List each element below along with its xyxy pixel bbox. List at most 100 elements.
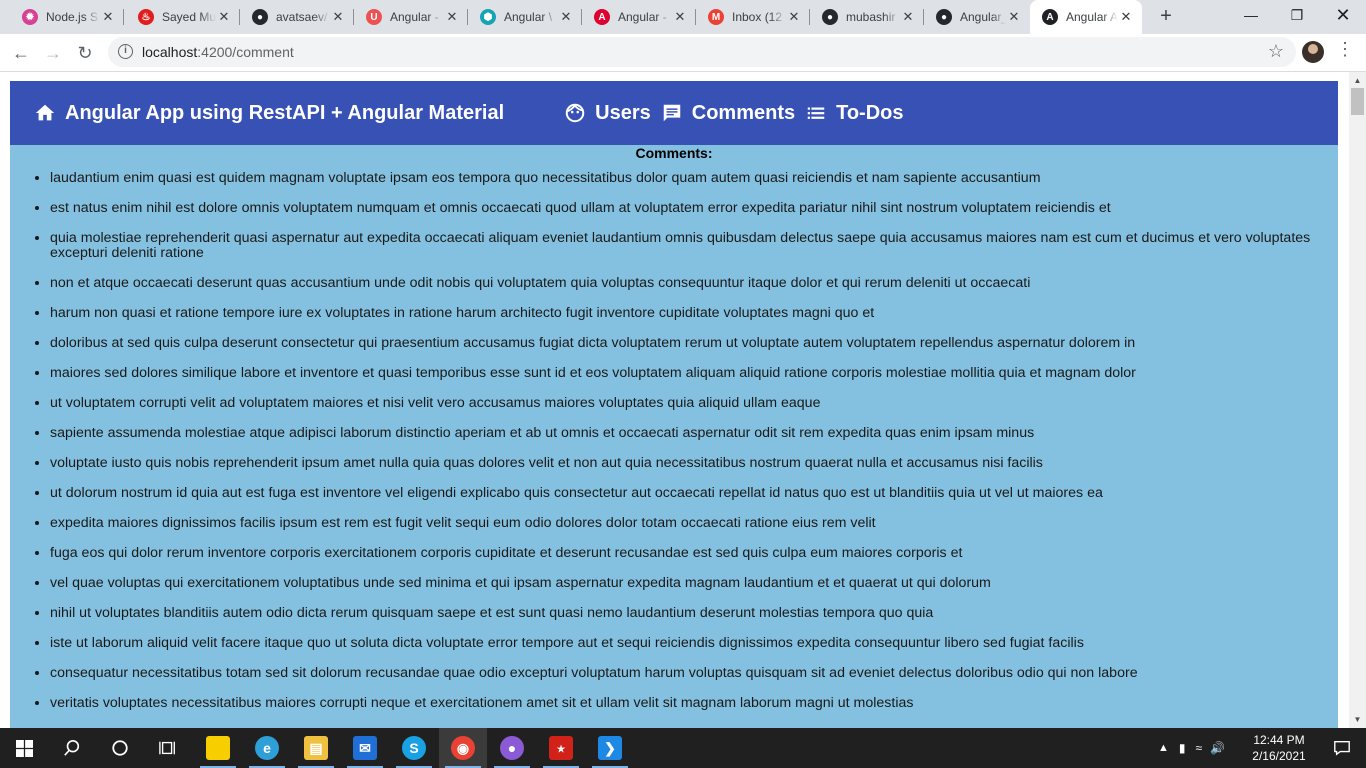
reload-button[interactable]: ↻ (70, 38, 100, 68)
browser-tab[interactable]: A Angular - ✕ (582, 0, 696, 34)
nodejs-icon: ✹ (22, 9, 38, 25)
browser-tab-title: Node.js S (46, 10, 99, 24)
taskbar-app[interactable]: e (243, 728, 291, 768)
gmail-icon: M (708, 9, 724, 25)
system-tray: ▲ ▮ ≈ 🔊 (1158, 728, 1225, 768)
cortana-button[interactable] (96, 728, 144, 768)
close-tab-icon[interactable]: ✕ (1006, 9, 1022, 25)
volume-icon[interactable]: 🔊 (1210, 741, 1225, 755)
wifi-icon[interactable]: ≈ (1196, 741, 1203, 755)
nav-users[interactable]: Users (564, 102, 651, 125)
close-tab-icon[interactable]: ✕ (1118, 9, 1134, 25)
nav-users-label: Users (595, 101, 651, 124)
comment-item: iste ut laborum aliquid velit facere ita… (50, 636, 1338, 651)
new-tab-button[interactable]: + (1154, 4, 1178, 28)
acrobat-icon: ⭑ (549, 736, 573, 760)
taskbar-app[interactable]: ● (488, 728, 536, 768)
comment-item: voluptate iusto quis nobis reprehenderit… (50, 456, 1338, 471)
taskbar-app[interactable]: ⭑ (537, 728, 585, 768)
battery-icon[interactable]: ▮ (1179, 741, 1186, 755)
java-icon: ♨ (138, 9, 154, 25)
taskbar-app[interactable]: ◉ (439, 728, 487, 768)
restore-button[interactable]: ❐ (1274, 0, 1320, 32)
comment-item: fuga eos qui dolor rerum inventore corpo… (50, 546, 1338, 561)
page-scrollbar[interactable]: ▲ ▼ (1349, 72, 1366, 728)
browser-tab-title: Inbox (12 (732, 10, 783, 24)
comment-item: est natus enim nihil est dolore omnis vo… (50, 201, 1338, 216)
chrome-icon: ◉ (451, 736, 475, 760)
bookmark-star-icon[interactable]: ☆ (1268, 41, 1284, 62)
close-tab-icon[interactable]: ✕ (444, 9, 460, 25)
forward-button[interactable]: → (38, 38, 68, 68)
comment-item: ut voluptatem corrupti velit ad voluptat… (50, 396, 1338, 411)
browser-tab-title: Angular - (390, 10, 439, 24)
back-button[interactable]: ← (6, 38, 36, 68)
hexagon-icon: ⬢ (480, 9, 496, 25)
scroll-down-arrow-icon[interactable]: ▼ (1349, 711, 1366, 728)
browser-tab[interactable]: U Angular - ✕ (354, 0, 468, 34)
browser-tab-title: Angular - (618, 10, 667, 24)
address-bar[interactable]: i localhost:4200/comment ☆ (108, 37, 1296, 67)
scrollbar-thumb[interactable] (1351, 88, 1364, 115)
app-root: Angular App using RestAPI + Angular Mate… (10, 81, 1338, 728)
github-icon: ● (822, 9, 838, 25)
minimize-button[interactable]: — (1228, 0, 1274, 32)
taskbar-app[interactable]: S (390, 728, 438, 768)
search-button[interactable] (48, 728, 96, 768)
list-icon (807, 107, 825, 119)
close-tab-icon[interactable]: ✕ (786, 9, 802, 25)
browser-tab[interactable]: ● mubashir ✕ (810, 0, 924, 34)
browser-tab[interactable]: ● avatsaev/✕ (240, 0, 354, 34)
site-info-icon[interactable]: i (118, 44, 133, 59)
scroll-up-arrow-icon[interactable]: ▲ (1349, 72, 1366, 89)
browser-tab[interactable]: M Inbox (12 ✕ (696, 0, 810, 34)
task-view-icon (159, 741, 175, 755)
system-clock[interactable]: 12:44 PM 2/16/2021 (1244, 732, 1314, 764)
section-title: Comments: (635, 145, 713, 161)
close-tab-icon[interactable]: ✕ (672, 9, 688, 25)
close-tab-icon[interactable]: ✕ (100, 9, 116, 25)
comment-item: ut dolorum nostrum id quia aut est fuga … (50, 486, 1338, 501)
vscode-icon: ❯ (598, 736, 622, 760)
browser-tab[interactable]: ⬢ Angular \ ✕ (468, 0, 582, 34)
close-tab-icon[interactable]: ✕ (330, 9, 346, 25)
browser-tab[interactable]: ♨ Sayed Mu ✕ (126, 0, 240, 34)
mail-icon: ✉ (353, 736, 377, 760)
browser-tab[interactable]: A Angular A ✕ (1030, 0, 1142, 34)
close-window-button[interactable]: ✕ (1320, 0, 1366, 32)
clock-time: 12:44 PM (1253, 733, 1305, 747)
nav-comments[interactable]: Comments (661, 102, 795, 125)
nav-comments-label: Comments (691, 101, 796, 124)
close-tab-icon[interactable]: ✕ (558, 9, 574, 25)
home-icon (35, 104, 55, 121)
nav-todos[interactable]: To-Dos (805, 101, 904, 125)
comment-item: quia molestiae reprehenderit quasi asper… (50, 231, 1338, 261)
nav-todos-label: To-Dos (836, 101, 904, 124)
profile-avatar[interactable] (1302, 41, 1324, 63)
url-text[interactable]: localhost:4200/comment (142, 44, 294, 60)
taskbar-app[interactable]: ❯ (586, 728, 634, 768)
browser-tab[interactable]: ● Angular_l ✕ (924, 0, 1030, 34)
clock-date: 2/16/2021 (1252, 749, 1306, 763)
comment-icon (663, 104, 680, 122)
browser-tab[interactable]: ✹ Node.js S ✕ (10, 0, 124, 34)
browser-tab-strip: + — ❐ ✕ ✹ Node.js S ✕ ♨ Sayed Mu ✕ ● avatsaev/✕… (0, 0, 1366, 34)
comment-item: maiores sed dolores similique labore et … (50, 366, 1338, 381)
browser-tab-title: Angular A (1066, 10, 1118, 24)
app-brand[interactable]: Angular App using RestAPI + Angular Mate… (34, 102, 504, 125)
notifications-button[interactable] (1318, 728, 1366, 768)
sticky-notes-icon (206, 736, 230, 760)
taskbar-app[interactable]: ▤ (292, 728, 340, 768)
github-icon: ● (252, 9, 268, 25)
comment-list: laudantium enim quasi est quidem magnam … (10, 171, 1338, 711)
start-button[interactable] (0, 728, 48, 768)
angular-icon: A (1042, 9, 1058, 25)
taskbar-app[interactable]: ✉ (341, 728, 389, 768)
chevron-up-icon[interactable]: ▲ (1158, 742, 1169, 754)
taskbar-app[interactable] (194, 728, 242, 768)
close-tab-icon[interactable]: ✕ (900, 9, 916, 25)
task-view-button[interactable] (144, 728, 192, 768)
browser-tab-title: Sayed Mu (162, 10, 216, 24)
browser-menu-icon[interactable]: ⋮ (1336, 39, 1354, 60)
close-tab-icon[interactable]: ✕ (216, 9, 232, 25)
